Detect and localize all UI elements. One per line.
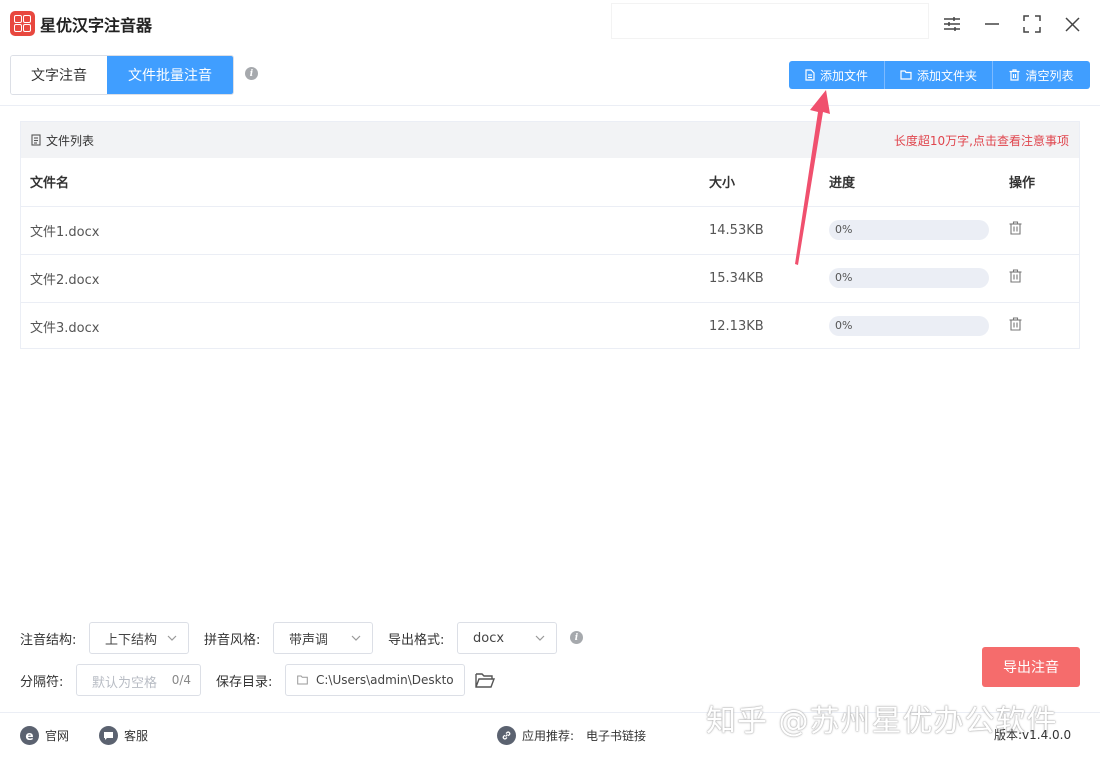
- open-folder-icon[interactable]: [475, 672, 496, 689]
- recommend-label: 应用推荐:: [522, 729, 575, 743]
- app-title: 星优汉字注音器: [40, 16, 153, 35]
- format-select[interactable]: docx: [457, 622, 557, 654]
- clear-list-label: 清空列表: [1025, 68, 1074, 83]
- add-file-label: 添加文件: [819, 68, 868, 83]
- browser-icon: e: [20, 726, 39, 745]
- file-list-title: 文件列表: [31, 132, 94, 149]
- title-bar: 星优汉字注音器: [0, 0, 1100, 48]
- trash-icon: [1009, 69, 1020, 81]
- separator-input[interactable]: 默认为空格 0/4: [76, 664, 201, 696]
- table-row[interactable]: 文件3.docx 12.13KB 0%: [21, 302, 1079, 350]
- tab-batch-file-annotation[interactable]: 文件批量注音: [107, 56, 233, 94]
- table-row[interactable]: 文件2.docx 15.34KB 0%: [21, 254, 1079, 303]
- export-button[interactable]: 导出注音: [982, 647, 1080, 687]
- column-header-name[interactable]: 文件名: [21, 158, 700, 207]
- save-dir-input[interactable]: C:\Users\admin\Deskto: [285, 664, 465, 696]
- separator-label: 分隔符:: [20, 675, 64, 690]
- file-list-header: 文件列表 长度超10万字,点击查看注意事项: [21, 122, 1079, 158]
- style-value: 带声调: [289, 632, 329, 648]
- add-folder-button[interactable]: 添加文件夹: [885, 61, 993, 89]
- save-dir-value: C:\Users\admin\Deskto: [316, 673, 454, 687]
- table-header-row: 文件名 大小 进度 操作: [21, 158, 1079, 207]
- column-header-actions: 操作: [1000, 158, 1079, 207]
- format-info-icon[interactable]: i: [570, 631, 583, 644]
- actions-cell: [1000, 254, 1079, 303]
- actions-cell: [1000, 206, 1079, 255]
- divider: [0, 105, 1100, 106]
- delete-icon[interactable]: [1009, 221, 1022, 235]
- file-name: 文件1.docx: [21, 206, 700, 255]
- ebook-link[interactable]: 电子书链接: [586, 727, 646, 744]
- table-row[interactable]: 文件1.docx 14.53KB 0%: [21, 206, 1079, 255]
- app-logo: [10, 11, 35, 36]
- separator-char-count: 0/4: [171, 673, 191, 687]
- website-label: 官网: [45, 729, 70, 743]
- clear-list-button[interactable]: 清空列表: [993, 61, 1090, 89]
- mode-tabs: 文字注音 文件批量注音: [10, 55, 234, 95]
- progress-cell: 0%: [820, 206, 1000, 255]
- structure-select[interactable]: 上下结构: [89, 622, 189, 654]
- version-text: 版本:v1.4.0.0: [994, 728, 1072, 742]
- file-list-panel: 文件列表 长度超10万字,点击查看注意事项 文件名 大小 进度 操作 文件1.d…: [20, 121, 1080, 349]
- separator-placeholder: 默认为空格: [92, 676, 158, 691]
- settings-sliders-icon[interactable]: [938, 10, 966, 38]
- progress-text: 0%: [835, 319, 853, 333]
- chevron-down-icon: [167, 635, 177, 641]
- actions-cell: [1000, 302, 1079, 350]
- service-label: 客服: [124, 729, 149, 743]
- progress-cell: 0%: [820, 254, 1000, 303]
- delete-icon[interactable]: [1009, 269, 1022, 283]
- title-bar-blank-area: [612, 4, 928, 38]
- structure-value: 上下结构: [105, 632, 158, 648]
- file-list-title-text: 文件列表: [46, 133, 95, 148]
- progress-bar: 0%: [829, 316, 989, 337]
- customer-service-link[interactable]: 客服: [99, 726, 148, 745]
- folder-icon: [900, 70, 912, 80]
- chevron-down-icon: [351, 635, 361, 641]
- long-text-notice-link[interactable]: 长度超10万字,点击查看注意事项: [894, 132, 1069, 149]
- file-icon: [805, 69, 815, 81]
- close-icon[interactable]: [1058, 10, 1086, 38]
- format-label: 导出格式:: [388, 633, 445, 648]
- format-value: docx: [473, 630, 505, 646]
- website-link[interactable]: e 官网: [20, 726, 69, 745]
- file-size: 12.13KB: [709, 318, 764, 334]
- minimize-icon[interactable]: [978, 10, 1006, 38]
- info-icon[interactable]: i: [245, 67, 258, 80]
- version-info: 版本:v1.4.0.0: [994, 726, 1071, 743]
- progress-bar: 0%: [829, 268, 989, 288]
- style-select[interactable]: 带声调: [273, 622, 373, 654]
- app-recommend: 应用推荐: 电子书链接: [497, 726, 646, 745]
- add-folder-label: 添加文件夹: [916, 68, 977, 83]
- style-label: 拼音风格:: [204, 633, 261, 648]
- file-name: 文件3.docx: [30, 320, 100, 336]
- chat-bubble-icon: [99, 726, 118, 745]
- maximize-icon[interactable]: [1018, 10, 1046, 38]
- file-name: 文件2.docx: [21, 254, 700, 303]
- delete-icon[interactable]: [1009, 317, 1022, 331]
- column-header-progress: 进度: [820, 158, 1000, 207]
- tab-text-annotation[interactable]: 文字注音: [11, 56, 107, 94]
- structure-label: 注音结构:: [20, 633, 77, 648]
- progress-bar: 0%: [829, 220, 989, 240]
- document-icon: [31, 134, 41, 146]
- folder-small-icon: [297, 675, 308, 685]
- save-dir-label: 保存目录:: [216, 675, 273, 690]
- progress-cell: 0%: [820, 302, 1000, 350]
- annotation-arrow: [795, 90, 830, 265]
- link-icon: [497, 726, 516, 745]
- file-table: 文件名 大小 进度 操作 文件1.docx 14.53KB 0% 文件2.doc…: [21, 158, 1079, 350]
- chevron-down-icon: [535, 635, 545, 641]
